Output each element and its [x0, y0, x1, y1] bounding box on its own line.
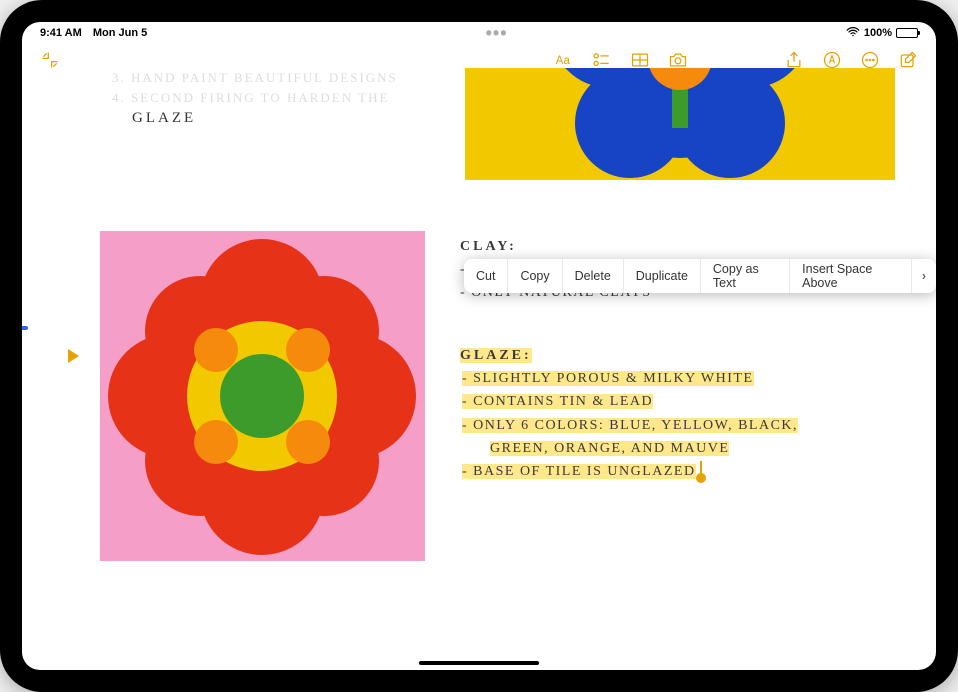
ipad-screen: 9:41 AM Mon Jun 5 ••• 100% [22, 22, 936, 670]
top-flower-image[interactable] [465, 68, 895, 180]
status-right: 100% [846, 25, 918, 42]
battery-icon [896, 28, 918, 38]
menu-more-arrow-icon[interactable]: › [912, 259, 936, 293]
clay-title[interactable]: CLAY: [460, 235, 918, 258]
collapse-icon[interactable] [40, 50, 60, 70]
status-left: 9:41 AM Mon Jun 5 [40, 27, 147, 39]
drawing-caret-icon[interactable] [68, 349, 79, 363]
glaze-line-3[interactable]: - ONLY 6 COLORS: BLUE, YELLOW, BLACK, [460, 414, 798, 437]
checklist-icon[interactable] [592, 50, 612, 70]
camera-icon[interactable] [668, 50, 688, 70]
glaze-line-3b[interactable]: GREEN, ORANGE, AND MAUVE [460, 437, 729, 460]
content-area: 3. HAND PAINT BEAUTIFUL DESIGNS 4. SECON… [22, 76, 936, 670]
table-icon[interactable] [630, 50, 650, 70]
selection-handle-icon[interactable] [696, 461, 706, 483]
share-icon[interactable] [784, 50, 804, 70]
menu-cut[interactable]: Cut [464, 259, 508, 293]
context-menu: Cut Copy Delete Duplicate Copy as Text I… [464, 259, 936, 293]
status-bar: 9:41 AM Mon Jun 5 ••• 100% [22, 22, 936, 44]
svg-text:Aa: Aa [556, 54, 571, 67]
glaze-line-2[interactable]: - CONTAINS TIN & LEAD [460, 390, 653, 413]
multitask-dots-icon[interactable]: ••• [486, 24, 508, 42]
header-line-1: 3. HAND PAINT BEAUTIFUL DESIGNS [112, 68, 398, 88]
status-time: 9:41 AM [40, 27, 82, 39]
glaze-line-1[interactable]: - SLIGHTLY POROUS & MILKY WHITE [460, 367, 754, 390]
header-faded-text: 3. HAND PAINT BEAUTIFUL DESIGNS 4. SECON… [112, 68, 398, 107]
battery-percent: 100% [864, 27, 892, 39]
markup-icon[interactable] [822, 50, 842, 70]
header-glaze-label: GLAZE [132, 110, 196, 127]
pink-flower-image[interactable] [100, 231, 425, 561]
status-date: Mon Jun 5 [93, 27, 147, 39]
header-line-2: 4. SECOND FIRING TO HARDEN THE [112, 88, 398, 108]
menu-copy[interactable]: Copy [508, 259, 562, 293]
wifi-icon [846, 25, 860, 42]
more-icon[interactable] [860, 50, 880, 70]
ipad-frame: 9:41 AM Mon Jun 5 ••• 100% [0, 0, 958, 692]
glaze-title[interactable]: GLAZE: [460, 344, 918, 367]
menu-copy-as-text[interactable]: Copy as Text [701, 259, 790, 293]
menu-insert-space-above[interactable]: Insert Space Above [790, 259, 912, 293]
menu-duplicate[interactable]: Duplicate [624, 259, 701, 293]
menu-delete[interactable]: Delete [563, 259, 624, 293]
compose-icon[interactable] [898, 50, 918, 70]
text-format-icon[interactable]: Aa [554, 50, 574, 70]
glaze-line-4[interactable]: - BASE OF TILE IS UNGLAZED [460, 460, 706, 483]
home-indicator[interactable] [419, 661, 539, 665]
